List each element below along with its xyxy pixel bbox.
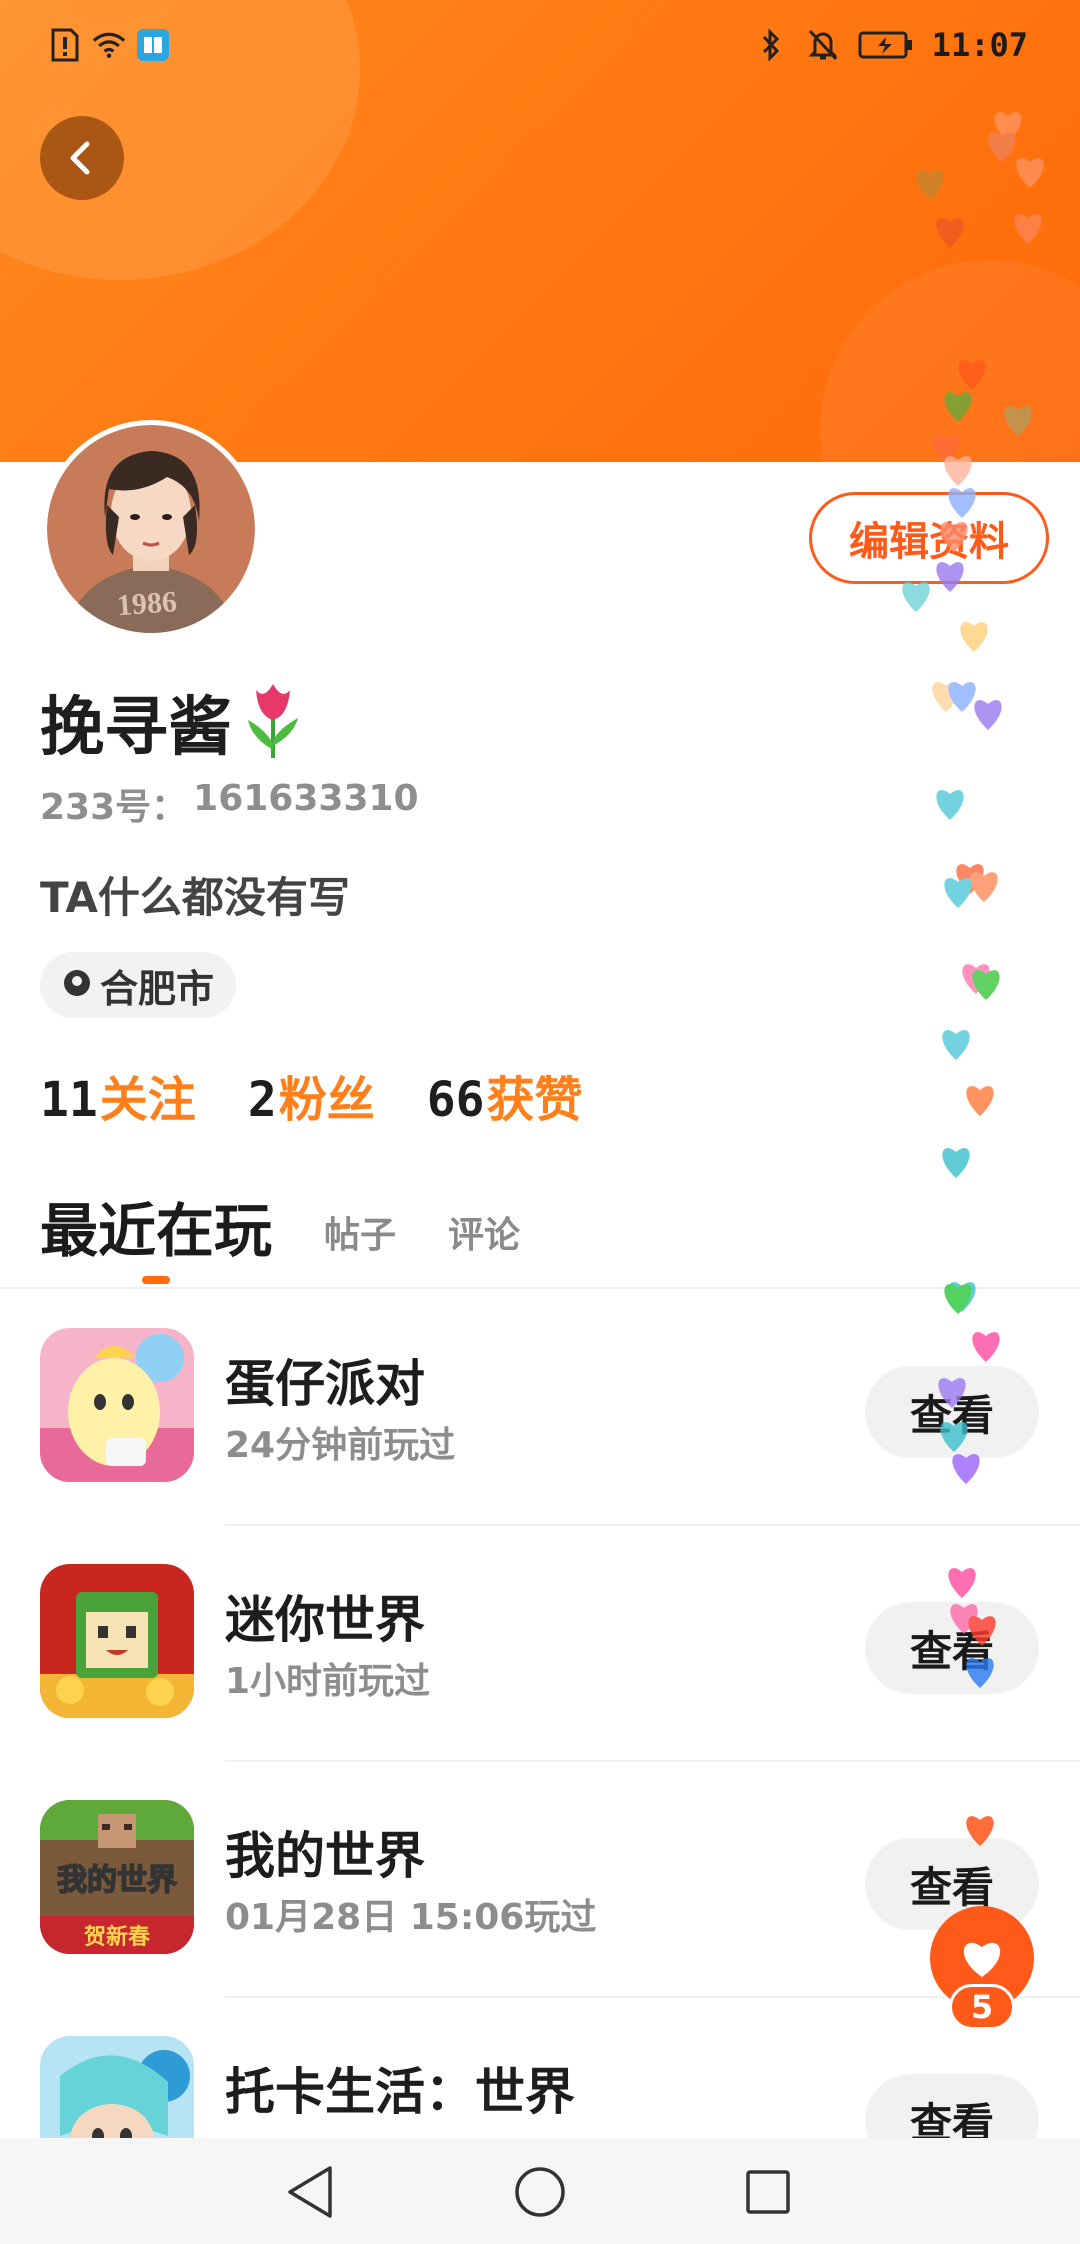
- alert-icon: [48, 28, 82, 62]
- game-title: 迷你世界: [225, 1591, 425, 1649]
- triangle-back-icon: [288, 2166, 332, 2218]
- likes-stat: 66 获赞: [426, 1072, 583, 1128]
- view-button[interactable]: 查看: [865, 1602, 1039, 1694]
- profile-name: 挽寻酱: [40, 691, 232, 765]
- game-last-played: 1小时前玩过: [225, 1661, 431, 1702]
- bluetooth-icon: [754, 28, 788, 62]
- tulip-emoji-icon: [242, 680, 304, 764]
- game-title: 托卡生活：世界: [225, 2063, 575, 2121]
- system-navigation-bar: [0, 2138, 1080, 2244]
- user-id: 233号： 161633310: [40, 778, 419, 830]
- bio-text: TA什么都没有写: [40, 873, 350, 922]
- wifi-icon: [92, 28, 126, 62]
- eggy-party-icon: [40, 1328, 194, 1482]
- game-title: 我的世界: [225, 1827, 425, 1885]
- nav-home-button[interactable]: [510, 2162, 570, 2222]
- edit-profile-button[interactable]: 编辑资料: [809, 492, 1049, 584]
- followers-stat[interactable]: 2 粉丝: [248, 1060, 375, 1130]
- status-bar: 11:07: [0, 0, 1080, 96]
- list-item[interactable]: 蛋仔派对 24分钟前玩过 查看: [0, 1290, 1080, 1526]
- battery-charging-icon: [858, 28, 914, 62]
- back-button[interactable]: [40, 116, 124, 200]
- avatar[interactable]: 1986: [42, 420, 260, 638]
- tab-comments[interactable]: 评论: [448, 1206, 520, 1268]
- status-time: 11:07: [931, 26, 1028, 64]
- tab-posts[interactable]: 帖子: [324, 1206, 396, 1268]
- circle-home-icon: [515, 2167, 565, 2217]
- game-last-played: 01月28日 15:06玩过: [225, 1897, 597, 1938]
- like-count-badge: 5: [949, 1984, 1015, 2030]
- minecraft-icon: 我的世界 贺新春: [40, 1800, 194, 1954]
- user-id-value: 161633310: [193, 778, 419, 819]
- mini-world-icon: [40, 1564, 194, 1718]
- user-id-label: 233号：: [40, 787, 188, 828]
- tabs-divider: [0, 1287, 1080, 1289]
- tab-active-indicator: [142, 1276, 170, 1284]
- game-title: 蛋仔派对: [225, 1355, 425, 1413]
- minecraft-banner-text: 贺新春: [84, 1924, 150, 1950]
- mute-bell-icon: [806, 28, 840, 62]
- game-last-played: 24分钟前玩过: [225, 1425, 456, 1466]
- list-item[interactable]: 迷你世界 1小时前玩过 查看: [0, 1526, 1080, 1762]
- chevron-left-icon: [70, 141, 90, 175]
- tab-recently-played[interactable]: 最近在玩: [40, 1184, 272, 1284]
- heart-icon: [963, 1942, 1001, 1977]
- profile-stats: 11 关注 2 粉丝 66 获赞: [40, 1060, 583, 1130]
- recently-played-list: 蛋仔派对 24分钟前玩过 查看 迷你世界 1小时前玩过 查看 我的世界贺新春 我…: [0, 1290, 1080, 2234]
- nav-back-button[interactable]: [280, 2162, 340, 2222]
- list-item[interactable]: 我的世界 贺新春 我的世界 01月28日 15:06玩过 查看: [0, 1762, 1080, 1998]
- svg-text:1986: 1986: [116, 585, 178, 622]
- location-pin-icon: [62, 963, 92, 1007]
- location-chip: 合肥市: [40, 952, 237, 1018]
- profile-name-row: 挽寻酱: [40, 676, 304, 768]
- location-text: 合肥市: [100, 966, 215, 1011]
- nav-recents-button[interactable]: [738, 2162, 798, 2222]
- reader-app-icon: [136, 28, 170, 62]
- square-recents-icon: [746, 2170, 790, 2214]
- content-tabs: 最近在玩 帖子 评论: [40, 1184, 520, 1284]
- following-stat[interactable]: 11 关注: [40, 1060, 196, 1130]
- view-button[interactable]: 查看: [865, 1366, 1039, 1458]
- minecraft-logo-text: 我的世界: [57, 1863, 177, 1898]
